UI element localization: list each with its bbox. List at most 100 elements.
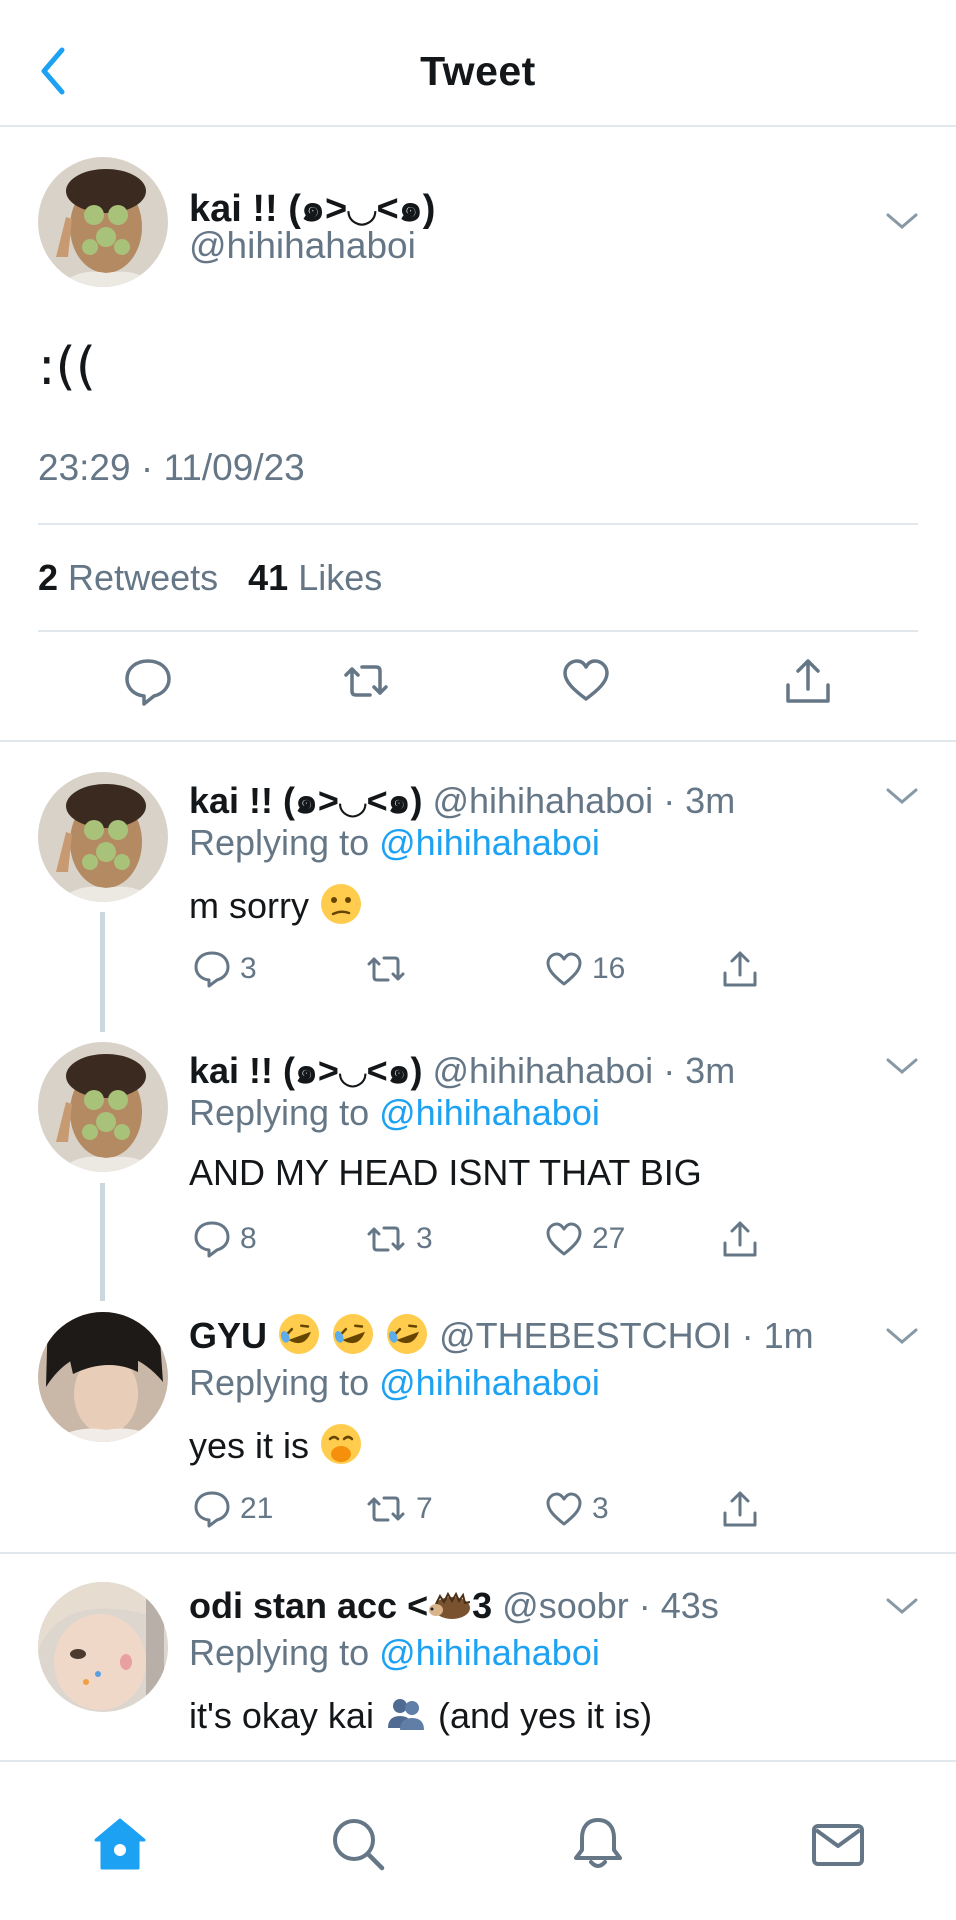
reply-text: AND MY HEAD ISNT THAT BIG <box>189 1152 702 1194</box>
author-name[interactable]: GYU <box>189 1315 267 1356</box>
tweet-text: :(( <box>38 337 97 397</box>
rolling-laughing-emoji-icon <box>279 1314 320 1354</box>
divider <box>38 630 918 632</box>
reply-text-content: yes it is <box>189 1425 310 1466</box>
replying-to-link[interactable]: @hihihahaboi <box>379 1362 600 1403</box>
like-count: 3 <box>592 1492 609 1525</box>
reply-action[interactable]: 3 <box>192 947 257 991</box>
author-handle[interactable]: @hihihahaboi <box>432 1050 653 1091</box>
chevron-down-icon[interactable] <box>884 786 920 808</box>
retweet-count: 7 <box>416 1492 433 1525</box>
reply-header: kai !! (๑>◡<๑) @hihihahaboi · 3m <box>189 1042 735 1099</box>
like-action[interactable]: 16 <box>544 947 625 991</box>
retweet-icon[interactable] <box>340 655 392 707</box>
rolling-laughing-emoji-icon <box>333 1314 374 1354</box>
chevron-down-icon[interactable] <box>884 1056 920 1078</box>
engagement-stats: 2 Retweets 41 Likes <box>38 557 382 599</box>
reply-tweet[interactable]: kai !! (๑>◡<๑) @hihihahaboi · 3m Replyin… <box>0 772 956 1012</box>
main-tweet: kai !! (๑>◡<๑) @hihihahaboi :(( 23:29 · … <box>0 127 956 742</box>
search-icon[interactable] <box>328 1814 388 1874</box>
bottom-tab-bar <box>0 1760 956 1920</box>
avatar[interactable] <box>38 1042 168 1172</box>
notifications-icon[interactable] <box>568 1814 628 1874</box>
retweet-label[interactable]: Retweets <box>68 557 218 598</box>
reply-count: 3 <box>240 952 257 985</box>
chevron-down-icon[interactable] <box>884 1326 920 1348</box>
like-count[interactable]: 41 <box>248 557 288 598</box>
author-name[interactable]: kai !! (๑>◡<๑) <box>189 780 422 821</box>
reply-text: yes it is <box>189 1422 363 1467</box>
like-count: 27 <box>592 1222 626 1255</box>
like-icon[interactable] <box>560 655 612 707</box>
reply-actions: 21 7 3 <box>192 1487 772 1531</box>
reply-count: 21 <box>240 1492 274 1525</box>
retweet-action[interactable]: 7 <box>364 1487 433 1531</box>
divider <box>0 1552 956 1554</box>
replying-to-link[interactable]: @hihihahaboi <box>379 1092 600 1133</box>
author-handle[interactable]: @hihihahaboi <box>432 780 653 821</box>
replying-to: Replying to @hihihahaboi <box>189 1362 600 1404</box>
reply-tweet[interactable]: odi stan acc < 3 @soobr · 43s Replying to… <box>0 1582 956 1760</box>
reply-text-before: it's okay kai <box>189 1695 374 1736</box>
share-action[interactable] <box>720 1217 760 1261</box>
reply-action[interactable]: 8 <box>192 1217 257 1261</box>
author-name[interactable]: kai !! (๑>◡<๑) <box>189 1050 422 1091</box>
author-name[interactable]: odi stan acc < <box>189 1585 428 1626</box>
reply-text-content: AND MY HEAD ISNT THAT BIG <box>189 1152 702 1193</box>
reply-header: kai !! (๑>◡<๑) @hihihahaboi · 3m <box>189 772 735 829</box>
reply-header: odi stan acc < 3 @soobr · 43s <box>189 1582 719 1627</box>
replying-to: Replying to @hihihahaboi <box>189 1092 600 1134</box>
reply-count: 8 <box>240 1222 257 1255</box>
replying-to-link[interactable]: @hihihahaboi <box>379 1632 600 1673</box>
confused-face-emoji-icon <box>321 884 362 924</box>
reply-tweet[interactable]: kai !! (๑>◡<๑) @hihihahaboi · 3m Replyin… <box>0 1042 956 1282</box>
like-action[interactable]: 27 <box>544 1217 625 1261</box>
divider <box>38 523 918 525</box>
share-action[interactable] <box>720 1487 760 1531</box>
avatar[interactable] <box>38 1312 168 1442</box>
avatar[interactable] <box>38 772 168 902</box>
messages-icon[interactable] <box>808 1814 868 1874</box>
author-handle[interactable]: @THEBESTCHOI <box>439 1315 732 1356</box>
retweet-action[interactable] <box>364 947 416 991</box>
page-title: Tweet <box>420 48 536 94</box>
author-handle[interactable]: @hihihahaboi <box>189 225 416 267</box>
reply-actions: 3 16 <box>192 947 772 991</box>
reply-time: · 3m <box>663 780 736 821</box>
replying-to: Replying to @hihihahaboi <box>189 822 600 864</box>
share-action[interactable] <box>720 947 760 991</box>
retweet-count: 3 <box>416 1222 433 1255</box>
rolling-laughing-emoji-icon <box>387 1314 428 1354</box>
reply-text: it's okay kai (and yes it is) <box>189 1692 652 1737</box>
chevron-down-icon[interactable] <box>884 211 920 233</box>
chevron-down-icon[interactable] <box>884 1596 920 1618</box>
share-icon[interactable] <box>782 655 834 707</box>
face-with-hand-over-mouth-emoji-icon <box>321 1424 362 1464</box>
avatar[interactable] <box>38 157 168 287</box>
home-icon[interactable] <box>90 1814 150 1874</box>
reply-actions: 8 3 27 <box>192 1217 772 1261</box>
reply-time: · 1m <box>741 1315 814 1356</box>
reply-text-content: m sorry <box>189 885 309 926</box>
tweet-timestamp: 23:29 · 11/09/23 <box>38 447 305 488</box>
author-handle[interactable]: @soobr <box>502 1585 629 1626</box>
like-action[interactable]: 3 <box>544 1487 609 1531</box>
retweet-action[interactable]: 3 <box>364 1217 433 1261</box>
like-label[interactable]: Likes <box>298 557 382 598</box>
reply-action[interactable]: 21 <box>192 1487 273 1531</box>
reply-time: · 43s <box>638 1585 719 1626</box>
like-count: 16 <box>592 952 626 985</box>
reply-icon[interactable] <box>122 655 174 707</box>
replying-label: Replying to <box>189 822 370 863</box>
busts-in-silhouette-emoji-icon <box>387 1699 424 1730</box>
reply-text-after: (and yes it is) <box>437 1695 653 1736</box>
reply-tweet[interactable]: GYU @THEBESTCHOI · 1m Replying to @hihih… <box>0 1312 956 1552</box>
retweet-count[interactable]: 2 <box>38 557 58 598</box>
replying-to-link[interactable]: @hihihahaboi <box>379 822 600 863</box>
replying-label: Replying to <box>189 1092 370 1133</box>
avatar[interactable] <box>38 1582 168 1712</box>
replying-label: Replying to <box>189 1362 370 1403</box>
reply-text: m sorry <box>189 882 363 927</box>
author-name-suffix[interactable]: 3 <box>472 1585 492 1626</box>
top-nav-bar: Tweet <box>0 0 956 127</box>
